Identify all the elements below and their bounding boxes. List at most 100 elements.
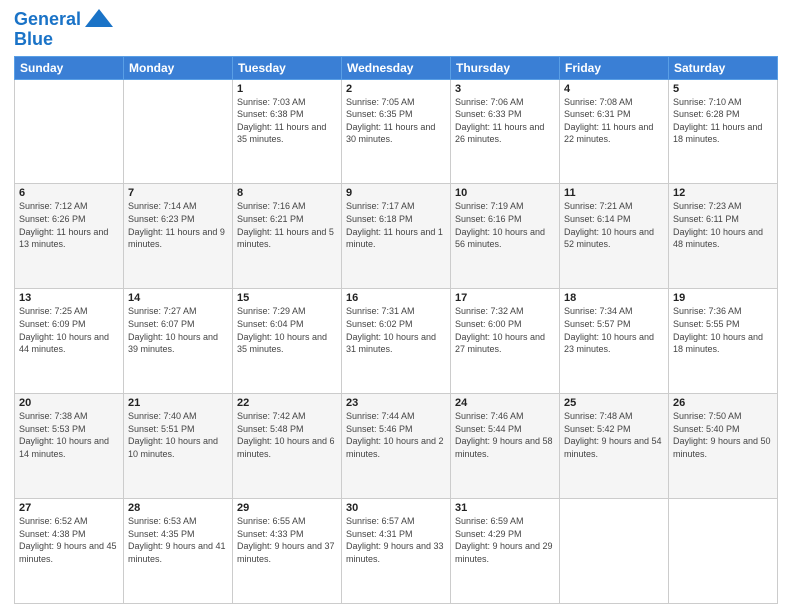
calendar-cell: 17Sunrise: 7:32 AMSunset: 6:00 PMDayligh… (451, 289, 560, 394)
page: General Blue SundayMondayTuesdayWednesda… (0, 0, 792, 612)
day-info: Sunrise: 7:08 AMSunset: 6:31 PMDaylight:… (564, 96, 664, 146)
calendar-cell: 21Sunrise: 7:40 AMSunset: 5:51 PMDayligh… (124, 394, 233, 499)
day-info: Sunrise: 7:31 AMSunset: 6:02 PMDaylight:… (346, 305, 446, 355)
day-number: 31 (455, 502, 555, 514)
calendar-cell: 12Sunrise: 7:23 AMSunset: 6:11 PMDayligh… (669, 184, 778, 289)
day-info: Sunrise: 7:48 AMSunset: 5:42 PMDaylight:… (564, 410, 664, 460)
day-info: Sunrise: 7:36 AMSunset: 5:55 PMDaylight:… (673, 305, 773, 355)
day-number: 6 (19, 187, 119, 199)
day-number: 28 (128, 502, 228, 514)
calendar-cell: 16Sunrise: 7:31 AMSunset: 6:02 PMDayligh… (342, 289, 451, 394)
day-info: Sunrise: 6:53 AMSunset: 4:35 PMDaylight:… (128, 515, 228, 565)
day-info: Sunrise: 7:34 AMSunset: 5:57 PMDaylight:… (564, 305, 664, 355)
calendar-table: SundayMondayTuesdayWednesdayThursdayFrid… (14, 56, 778, 604)
calendar-cell (669, 499, 778, 604)
day-number: 15 (237, 292, 337, 304)
day-info: Sunrise: 7:40 AMSunset: 5:51 PMDaylight:… (128, 410, 228, 460)
calendar-week-5: 27Sunrise: 6:52 AMSunset: 4:38 PMDayligh… (15, 499, 778, 604)
day-header-friday: Friday (560, 56, 669, 79)
calendar-week-2: 6Sunrise: 7:12 AMSunset: 6:26 PMDaylight… (15, 184, 778, 289)
day-info: Sunrise: 6:59 AMSunset: 4:29 PMDaylight:… (455, 515, 555, 565)
day-number: 20 (19, 397, 119, 409)
calendar-cell: 28Sunrise: 6:53 AMSunset: 4:35 PMDayligh… (124, 499, 233, 604)
calendar-cell: 2Sunrise: 7:05 AMSunset: 6:35 PMDaylight… (342, 79, 451, 184)
day-number: 8 (237, 187, 337, 199)
calendar-cell: 7Sunrise: 7:14 AMSunset: 6:23 PMDaylight… (124, 184, 233, 289)
day-info: Sunrise: 7:29 AMSunset: 6:04 PMDaylight:… (237, 305, 337, 355)
day-number: 7 (128, 187, 228, 199)
day-info: Sunrise: 7:19 AMSunset: 6:16 PMDaylight:… (455, 200, 555, 250)
day-number: 29 (237, 502, 337, 514)
calendar-cell (560, 499, 669, 604)
day-number: 22 (237, 397, 337, 409)
day-info: Sunrise: 7:42 AMSunset: 5:48 PMDaylight:… (237, 410, 337, 460)
calendar-cell: 13Sunrise: 7:25 AMSunset: 6:09 PMDayligh… (15, 289, 124, 394)
calendar-week-4: 20Sunrise: 7:38 AMSunset: 5:53 PMDayligh… (15, 394, 778, 499)
day-number: 26 (673, 397, 773, 409)
day-number: 23 (346, 397, 446, 409)
day-number: 10 (455, 187, 555, 199)
calendar-cell: 23Sunrise: 7:44 AMSunset: 5:46 PMDayligh… (342, 394, 451, 499)
day-info: Sunrise: 7:03 AMSunset: 6:38 PMDaylight:… (237, 96, 337, 146)
day-number: 4 (564, 83, 664, 95)
day-info: Sunrise: 7:50 AMSunset: 5:40 PMDaylight:… (673, 410, 773, 460)
calendar-cell: 20Sunrise: 7:38 AMSunset: 5:53 PMDayligh… (15, 394, 124, 499)
day-number: 30 (346, 502, 446, 514)
calendar-cell: 30Sunrise: 6:57 AMSunset: 4:31 PMDayligh… (342, 499, 451, 604)
calendar-cell: 14Sunrise: 7:27 AMSunset: 6:07 PMDayligh… (124, 289, 233, 394)
day-info: Sunrise: 7:14 AMSunset: 6:23 PMDaylight:… (128, 200, 228, 250)
day-number: 17 (455, 292, 555, 304)
day-header-tuesday: Tuesday (233, 56, 342, 79)
calendar-cell: 4Sunrise: 7:08 AMSunset: 6:31 PMDaylight… (560, 79, 669, 184)
calendar-cell: 15Sunrise: 7:29 AMSunset: 6:04 PMDayligh… (233, 289, 342, 394)
day-number: 18 (564, 292, 664, 304)
day-info: Sunrise: 7:10 AMSunset: 6:28 PMDaylight:… (673, 96, 773, 146)
day-header-saturday: Saturday (669, 56, 778, 79)
day-number: 2 (346, 83, 446, 95)
day-info: Sunrise: 6:55 AMSunset: 4:33 PMDaylight:… (237, 515, 337, 565)
day-number: 11 (564, 187, 664, 199)
calendar-cell: 10Sunrise: 7:19 AMSunset: 6:16 PMDayligh… (451, 184, 560, 289)
day-number: 19 (673, 292, 773, 304)
day-number: 12 (673, 187, 773, 199)
day-info: Sunrise: 7:44 AMSunset: 5:46 PMDaylight:… (346, 410, 446, 460)
day-info: Sunrise: 7:46 AMSunset: 5:44 PMDaylight:… (455, 410, 555, 460)
calendar-week-3: 13Sunrise: 7:25 AMSunset: 6:09 PMDayligh… (15, 289, 778, 394)
calendar-cell: 9Sunrise: 7:17 AMSunset: 6:18 PMDaylight… (342, 184, 451, 289)
day-number: 27 (19, 502, 119, 514)
day-info: Sunrise: 7:38 AMSunset: 5:53 PMDaylight:… (19, 410, 119, 460)
day-number: 5 (673, 83, 773, 95)
calendar-cell: 18Sunrise: 7:34 AMSunset: 5:57 PMDayligh… (560, 289, 669, 394)
logo-text-blue: Blue (14, 30, 53, 50)
calendar-cell: 5Sunrise: 7:10 AMSunset: 6:28 PMDaylight… (669, 79, 778, 184)
day-info: Sunrise: 7:21 AMSunset: 6:14 PMDaylight:… (564, 200, 664, 250)
logo-text: General (14, 10, 81, 30)
calendar-cell: 6Sunrise: 7:12 AMSunset: 6:26 PMDaylight… (15, 184, 124, 289)
day-info: Sunrise: 7:23 AMSunset: 6:11 PMDaylight:… (673, 200, 773, 250)
day-info: Sunrise: 7:32 AMSunset: 6:00 PMDaylight:… (455, 305, 555, 355)
calendar-cell: 22Sunrise: 7:42 AMSunset: 5:48 PMDayligh… (233, 394, 342, 499)
calendar-cell: 27Sunrise: 6:52 AMSunset: 4:38 PMDayligh… (15, 499, 124, 604)
calendar-cell: 25Sunrise: 7:48 AMSunset: 5:42 PMDayligh… (560, 394, 669, 499)
calendar-week-1: 1Sunrise: 7:03 AMSunset: 6:38 PMDaylight… (15, 79, 778, 184)
day-info: Sunrise: 7:06 AMSunset: 6:33 PMDaylight:… (455, 96, 555, 146)
calendar-header-row: SundayMondayTuesdayWednesdayThursdayFrid… (15, 56, 778, 79)
day-info: Sunrise: 7:27 AMSunset: 6:07 PMDaylight:… (128, 305, 228, 355)
day-number: 16 (346, 292, 446, 304)
calendar-cell: 3Sunrise: 7:06 AMSunset: 6:33 PMDaylight… (451, 79, 560, 184)
calendar-cell (124, 79, 233, 184)
day-number: 9 (346, 187, 446, 199)
day-number: 14 (128, 292, 228, 304)
day-info: Sunrise: 7:25 AMSunset: 6:09 PMDaylight:… (19, 305, 119, 355)
day-header-sunday: Sunday (15, 56, 124, 79)
day-header-monday: Monday (124, 56, 233, 79)
calendar-cell: 29Sunrise: 6:55 AMSunset: 4:33 PMDayligh… (233, 499, 342, 604)
day-info: Sunrise: 7:05 AMSunset: 6:35 PMDaylight:… (346, 96, 446, 146)
calendar-cell: 1Sunrise: 7:03 AMSunset: 6:38 PMDaylight… (233, 79, 342, 184)
calendar-cell: 31Sunrise: 6:59 AMSunset: 4:29 PMDayligh… (451, 499, 560, 604)
day-info: Sunrise: 6:52 AMSunset: 4:38 PMDaylight:… (19, 515, 119, 565)
calendar-cell: 26Sunrise: 7:50 AMSunset: 5:40 PMDayligh… (669, 394, 778, 499)
day-info: Sunrise: 6:57 AMSunset: 4:31 PMDaylight:… (346, 515, 446, 565)
logo: General Blue (14, 10, 113, 50)
day-header-wednesday: Wednesday (342, 56, 451, 79)
